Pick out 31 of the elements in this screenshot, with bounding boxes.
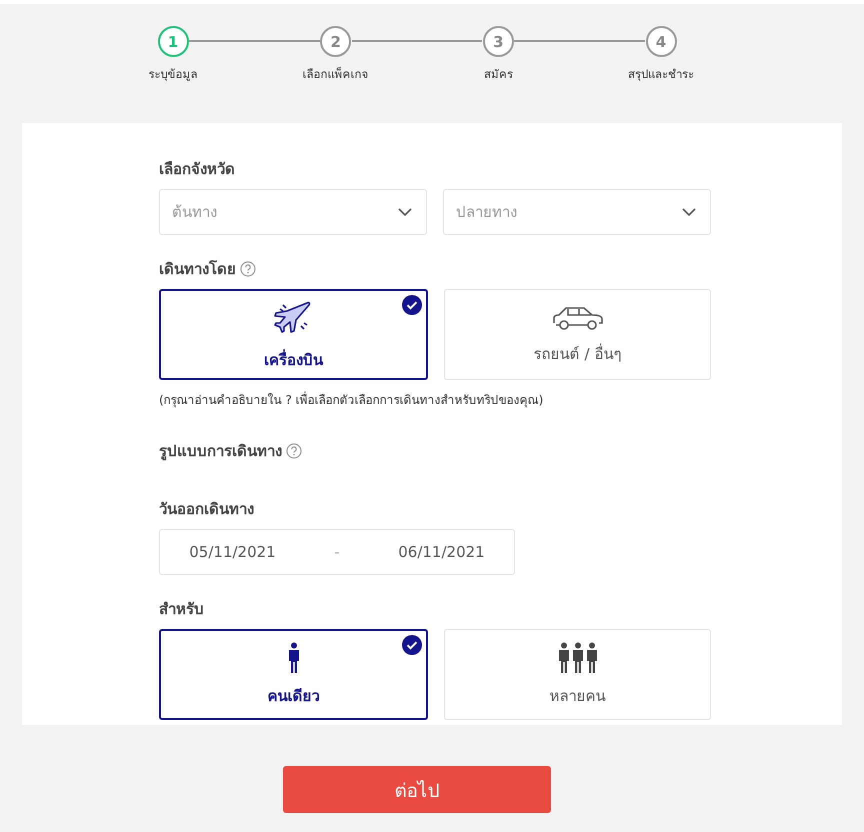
- date-range-field[interactable]: 05/11/2021 - 06/11/2021: [159, 529, 515, 575]
- chevron-down-icon: [398, 208, 412, 216]
- section-label: รูปแบบการเดินทาง: [159, 441, 282, 462]
- step-label: สมัคร: [484, 66, 513, 83]
- option-card[interactable]: เครื่องบิน: [159, 289, 428, 380]
- section-label: เลือกจังหวัด: [159, 159, 236, 180]
- section-label: เดินทางโดย: [159, 259, 236, 280]
- step-number: 4: [646, 26, 677, 57]
- option-label: เครื่องบิน: [264, 348, 323, 370]
- person-icon: [286, 642, 300, 674]
- check-icon: [402, 635, 422, 655]
- hint-text: (กรุณาอ่านคำอธิบายใน ? เพื่อเลือกตัวเลือกการเดินทางสำหรับทริปของคุณ): [159, 390, 544, 409]
- next-button[interactable]: ต่อไป: [283, 766, 551, 813]
- help-icon[interactable]: [286, 443, 302, 459]
- step-label: สรุปและชำระ: [628, 66, 694, 83]
- step-number: 2: [320, 26, 352, 57]
- check-icon: [402, 295, 422, 315]
- option-card[interactable]: คนเดียว: [159, 629, 428, 720]
- section-label: วันออกเดินทาง: [159, 499, 255, 520]
- chevron-down-icon: [682, 208, 696, 216]
- step-label: เลือกแพ็คเกจ: [302, 66, 369, 83]
- step-number: 3: [482, 26, 514, 57]
- option-card[interactable]: รถยนต์ / อื่นๆ: [444, 289, 711, 380]
- step-number: 1: [158, 26, 188, 57]
- section-label: สำหรับ: [159, 599, 205, 620]
- step-label: ระบุข้อมูล: [148, 66, 198, 83]
- help-icon[interactable]: [240, 261, 256, 277]
- option-label: คนเดียว: [268, 686, 320, 706]
- option-card[interactable]: หลายคน: [444, 629, 711, 720]
- option-label: รถยนต์ / อื่นๆ: [534, 342, 622, 364]
- option-label: หลายคน: [550, 686, 606, 706]
